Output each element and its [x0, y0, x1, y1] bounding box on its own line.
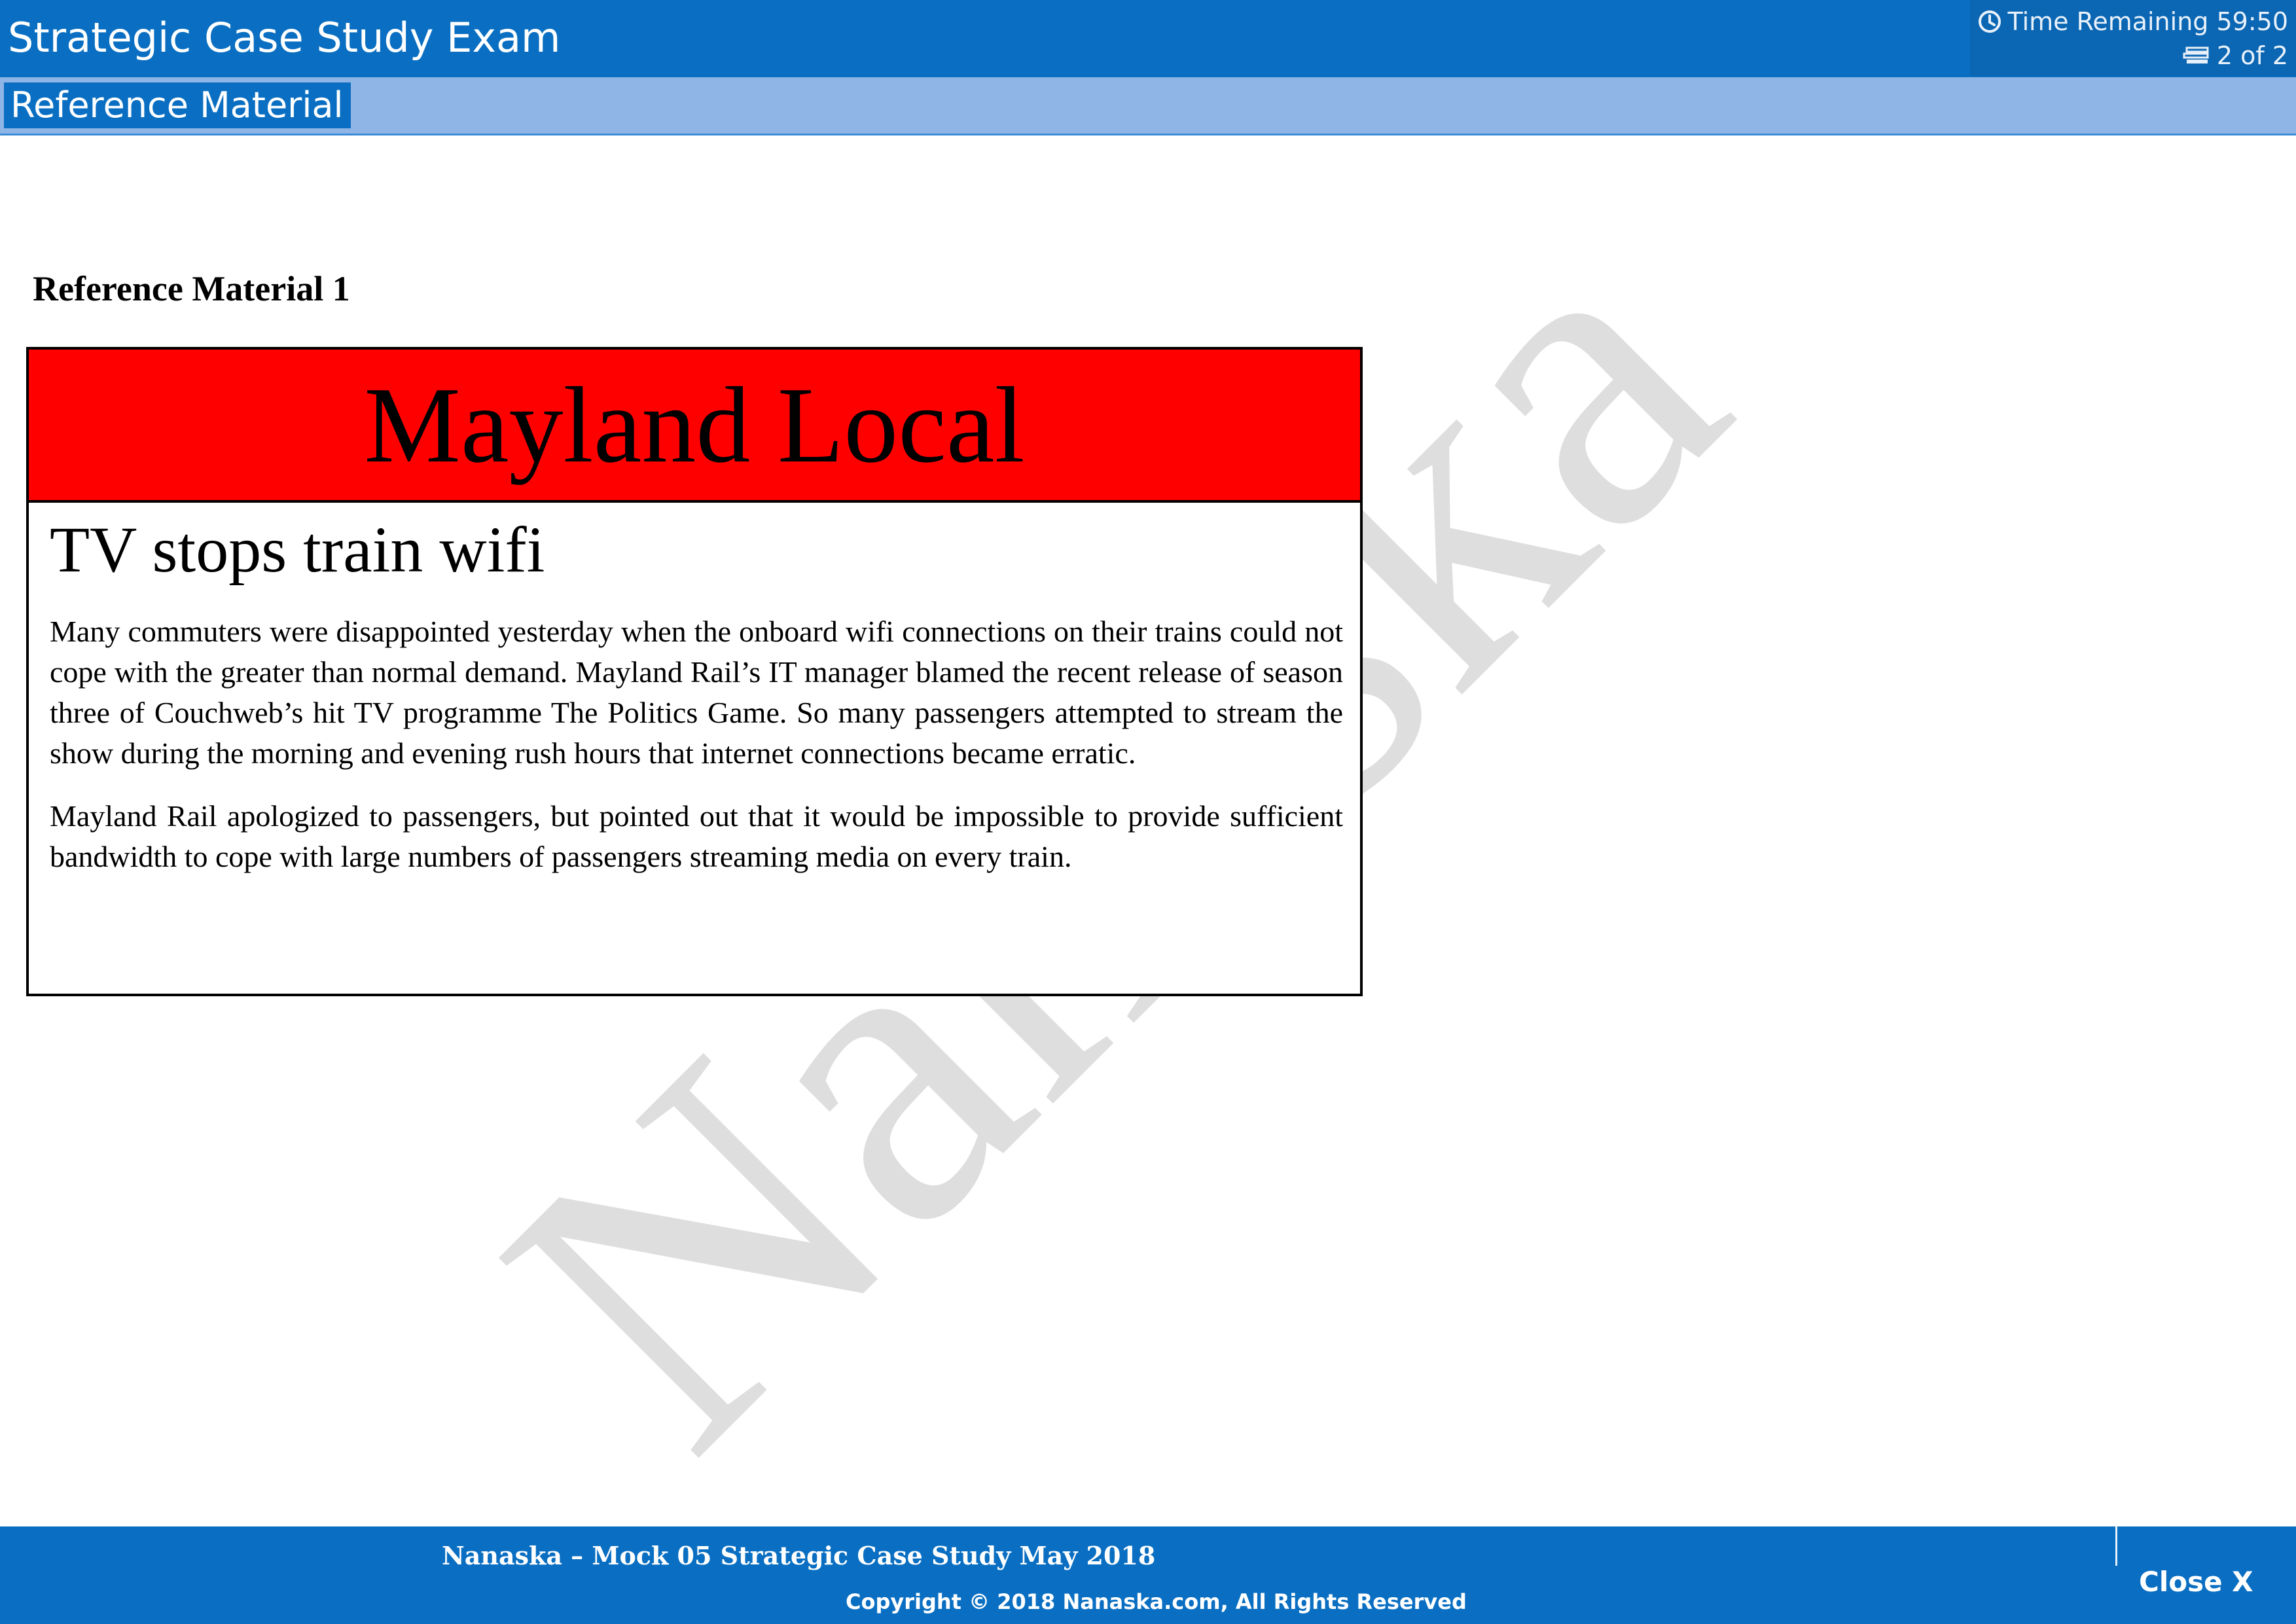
tab-bar: Reference Material: [0, 77, 2296, 135]
header-bar: Strategic Case Study Exam Time Remaining…: [0, 0, 2296, 77]
article-paragraph: Many commuters were disappointed yesterd…: [50, 615, 1343, 770]
close-button[interactable]: Close X: [2139, 1566, 2253, 1598]
page-indicator[interactable]: 2 of 2: [2181, 41, 2288, 71]
time-remaining-label: Time Remaining 59:50: [2007, 7, 2288, 36]
clock-icon: [1978, 10, 2001, 33]
newspaper-masthead: Mayland Local: [29, 350, 1360, 503]
footer-divider: [2115, 1526, 2117, 1566]
status-panel: Time Remaining 59:50 2 of 2: [1970, 0, 2296, 76]
footer-title: Nanaska – Mock 05 Strategic Case Study M…: [442, 1541, 1156, 1570]
article-headline: TV stops train wifi: [50, 513, 545, 586]
article-paragraph: Mayland Rail apologized to passengers, b…: [50, 799, 1343, 873]
navigator-icon: [2181, 45, 2210, 66]
news-article: Mayland Local TV stops train wifi Many c…: [26, 347, 1363, 996]
footer-bar: Nanaska – Mock 05 Strategic Case Study M…: [0, 1526, 2296, 1624]
reference-heading: Reference Material 1: [33, 269, 350, 308]
tab-reference-material[interactable]: Reference Material: [4, 82, 351, 128]
time-remaining: Time Remaining 59:50: [1978, 7, 2288, 37]
copyright-text: Copyright © 2018 Nanaska.com, All Rights…: [846, 1589, 1467, 1614]
page-indicator-label: 2 of 2: [2216, 41, 2288, 70]
article-body: Many commuters were disappointed yesterd…: [50, 611, 1343, 899]
exam-title: Strategic Case Study Exam: [8, 14, 561, 62]
